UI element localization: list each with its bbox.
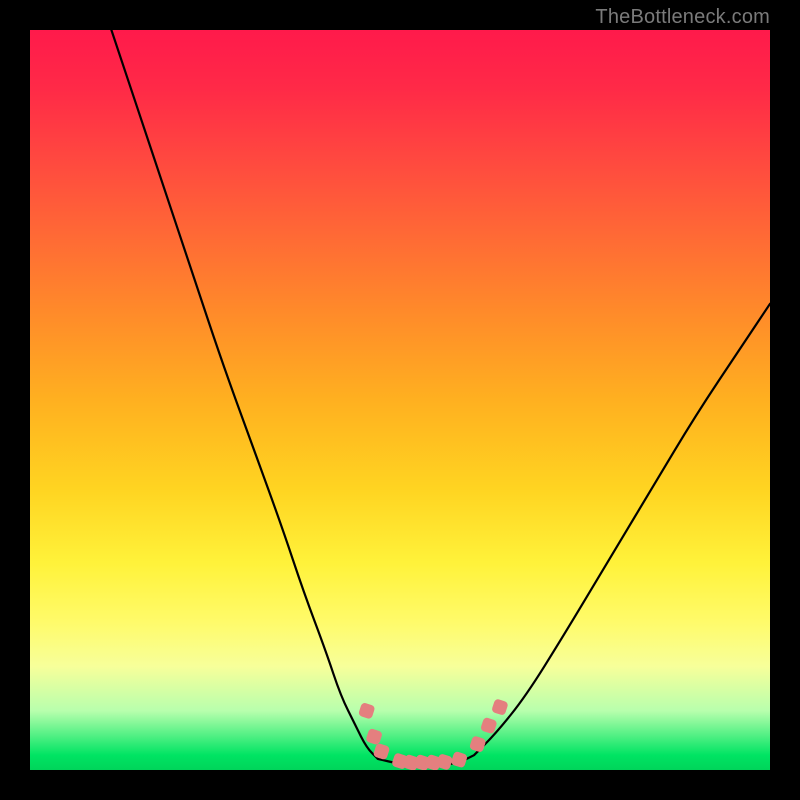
data-marker <box>450 751 468 769</box>
data-marker <box>365 728 383 746</box>
attribution-text: TheBottleneck.com <box>595 6 770 29</box>
data-marker <box>469 735 487 753</box>
data-marker <box>491 698 509 716</box>
chart-container: TheBottleneck.com <box>0 0 800 800</box>
data-marker <box>480 717 498 735</box>
plot-area <box>30 30 770 770</box>
data-marker <box>358 702 376 720</box>
bottleneck-curve <box>111 30 770 765</box>
chart-svg <box>30 30 770 770</box>
